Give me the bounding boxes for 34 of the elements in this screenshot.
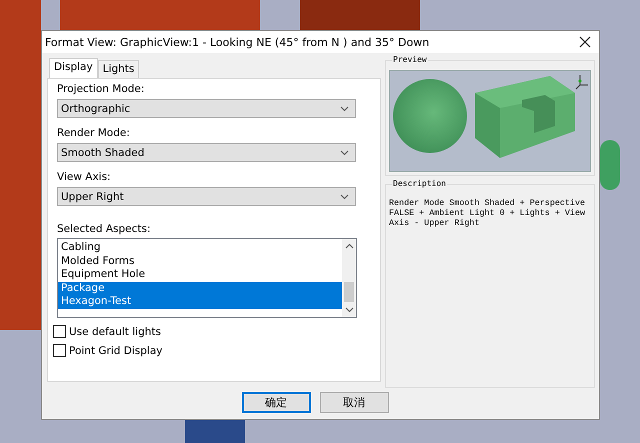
tab[interactable]: Display [49,58,98,78]
chevron-down-icon [340,194,349,200]
field-label: Render Mode: [57,126,131,140]
scrollbar[interactable] [342,239,356,317]
dialog-button[interactable]: 取消 [320,392,388,413]
dialog-button[interactable]: 确定 [242,392,310,413]
dropdown[interactable]: Orthographic [57,99,356,118]
group-title: Description [392,179,447,188]
field-label: Selected Aspects: [57,222,152,236]
scroll-thumb[interactable] [344,282,354,302]
dropdown[interactable]: Smooth Shaded [57,143,356,162]
tab[interactable]: Lights [98,60,140,78]
checkbox-label[interactable]: Point Grid Display [69,344,162,356]
close-icon[interactable] [579,36,591,48]
list-item[interactable]: Package [58,282,342,296]
chevron-down-icon [340,106,349,112]
list-item[interactable]: Molded Forms [58,254,342,268]
chevron-down-icon [340,150,349,156]
field-label: View Axis: [57,170,112,184]
scroll-up-icon[interactable] [344,243,354,249]
list-item[interactable]: Hexagon-Test [58,295,342,309]
checkbox-label[interactable]: Use default lights [69,326,161,338]
checkbox[interactable] [53,344,66,357]
window-title: Format View: GraphicView:1 - Looking NE (45° from N ) and 35° Down [45,36,430,48]
dropdown[interactable]: Upper Right [57,187,356,206]
field-label: Projection Mode: [57,82,146,96]
list-item[interactable]: Cabling [58,241,342,255]
aspects-listbox[interactable]: Cabling Molded Forms Equipment Hole Package Hexagon-Test [57,238,357,318]
list-item[interactable]: Equipment Hole [58,268,342,282]
description-text: Render Mode Smooth Shaded + Perspective FALSE + Ambient Light 0 + Lights + View Axis - Upper Right [389,198,586,228]
axis-triad-icon [576,74,588,90]
checkbox[interactable] [53,325,66,338]
group-title: Preview [392,55,428,64]
scroll-down-icon[interactable] [344,307,354,313]
